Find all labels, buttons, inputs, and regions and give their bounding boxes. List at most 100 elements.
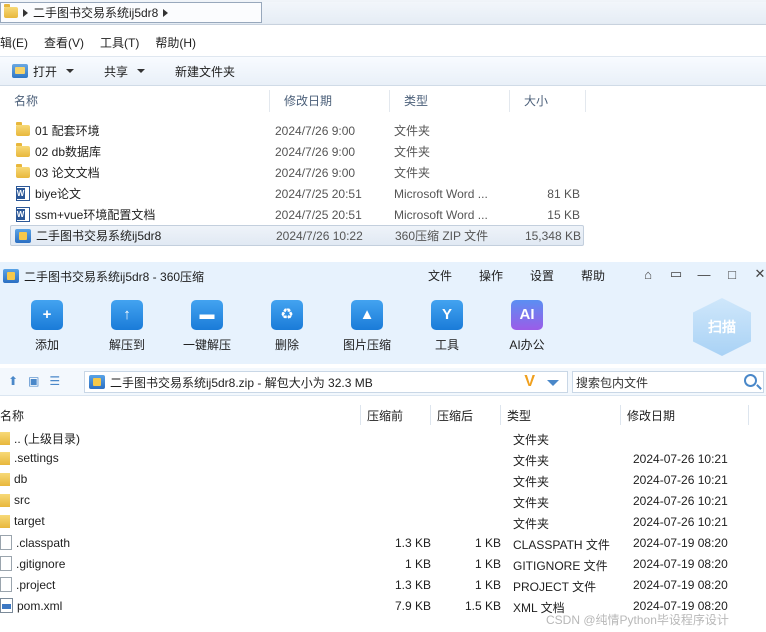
list-item[interactable]: db 文件夹 2024-07-26 10:21 — [0, 470, 766, 491]
skin-icon[interactable]: ⌂ — [640, 266, 656, 282]
list-view-icon[interactable]: ☰ — [49, 374, 60, 388]
file-name: biye论文 — [35, 187, 82, 201]
list-item[interactable]: .. (上级目录) 文件夹 — [0, 428, 766, 449]
entry-type: 文件夹 — [513, 517, 550, 531]
file-row[interactable]: 03 论文文档 2024/7/26 9:00 文件夹 — [0, 162, 590, 183]
zip-app-icon — [3, 269, 19, 283]
column-size[interactable]: 大小 — [510, 90, 586, 112]
open-icon — [12, 64, 28, 78]
list-item[interactable]: .classpath 1.3 KB 1 KB CLASSPATH 文件 2024… — [0, 533, 766, 554]
file-row[interactable]: 01 配套环境 2024/7/26 9:00 文件夹 — [0, 120, 590, 141]
ai-icon: AI — [511, 300, 543, 330]
list-item[interactable]: .gitignore 1 KB 1 KB GITIGNORE 文件 2024-0… — [0, 554, 766, 575]
entry-type: 文件夹 — [513, 475, 550, 489]
open-label: 打开 — [33, 64, 58, 79]
menu-edit[interactable]: 辑(E) — [0, 34, 28, 54]
search-input[interactable]: 搜索包内文件 — [576, 374, 648, 391]
close-icon[interactable]: ✕ — [752, 266, 766, 282]
menu-view[interactable]: 查看(V) — [44, 34, 84, 54]
zip-menu-settings[interactable]: 设置 — [530, 267, 554, 284]
window-controls: ⌂ ▭ — □ ✕ — [640, 266, 766, 282]
add-button[interactable]: + 添加 — [12, 300, 82, 353]
file-name: 02 db数据库 — [35, 145, 102, 159]
file-type: 360压缩 ZIP 文件 — [395, 229, 489, 243]
folder-icon — [0, 514, 10, 528]
file-size: 15 KB — [547, 207, 580, 222]
search-box[interactable]: 搜索包内文件 — [572, 371, 764, 393]
share-button[interactable]: 共享 — [104, 63, 146, 80]
one-click-extract-button[interactable]: ▬ 一键解压 — [172, 300, 242, 353]
zip-entry-list: .. (上级目录) 文件夹 .settings 文件夹 2024-07-26 1… — [0, 428, 766, 617]
address-box[interactable]: 二手图书交易系统ij5dr8 — [0, 2, 262, 23]
list-item[interactable]: target 文件夹 2024-07-26 10:21 — [0, 512, 766, 533]
tools-icon: Y — [431, 300, 463, 330]
delete-label: 删除 — [274, 338, 299, 352]
column-date[interactable]: 修改日期 — [627, 407, 675, 424]
entry-type: 文件夹 — [513, 433, 550, 447]
list-item[interactable]: .settings 文件夹 2024-07-26 10:21 — [0, 449, 766, 470]
extract-to-label: 解压到 — [108, 338, 145, 352]
folder-icon — [16, 164, 30, 178]
column-before[interactable]: 压缩前 — [367, 407, 403, 424]
list-item[interactable]: src 文件夹 2024-07-26 10:21 — [0, 491, 766, 512]
thumbnail-view-icon[interactable]: ▣ — [28, 374, 39, 388]
entry-name: pom.xml — [17, 598, 63, 613]
entry-date: 2024-07-26 10:21 — [633, 515, 728, 529]
maximize-icon[interactable]: □ — [724, 266, 740, 282]
file-date: 2024/7/25 20:51 — [275, 186, 362, 201]
entry-before: 1.3 KB — [394, 578, 431, 592]
entry-date: 2024-07-19 08:20 — [633, 536, 728, 550]
feedback-icon[interactable]: ▭ — [668, 266, 684, 282]
open-button[interactable]: 打开 — [12, 63, 75, 80]
chevron-down-icon — [137, 69, 146, 73]
file-icon — [0, 556, 12, 571]
delete-button[interactable]: ♻ 删除 — [252, 300, 322, 353]
tools-button[interactable]: Y 工具 — [412, 300, 482, 353]
list-item[interactable]: .project 1.3 KB 1 KB PROJECT 文件 2024-07-… — [0, 575, 766, 596]
column-type[interactable]: 类型 — [507, 407, 531, 424]
entry-date: 2024-07-26 10:21 — [633, 473, 728, 487]
ai-office-button[interactable]: AI AI办公 — [492, 300, 562, 353]
file-row-selected[interactable]: 二手图书交易系统ij5dr8 2024/7/26 10:22 360压缩 ZIP… — [10, 225, 584, 246]
menu-help[interactable]: 帮助(H) — [155, 34, 196, 54]
file-row[interactable]: biye论文 2024/7/25 20:51 Microsoft Word ..… — [0, 183, 590, 204]
file-date: 2024/7/26 10:22 — [276, 228, 363, 243]
chevron-right-icon[interactable] — [163, 8, 169, 17]
xml-file-icon — [0, 598, 13, 613]
column-name[interactable]: 名称 — [0, 407, 24, 424]
zip-menu-file[interactable]: 文件 — [428, 267, 452, 284]
entry-name: .project — [16, 577, 56, 592]
entry-type: CLASSPATH 文件 — [513, 538, 610, 552]
extract-to-button[interactable]: ↑ 解压到 — [92, 300, 162, 353]
file-size: 15,348 KB — [524, 228, 581, 243]
chevron-right-icon[interactable] — [23, 8, 28, 17]
zip-menu-operate[interactable]: 操作 — [479, 267, 503, 284]
entry-date: 2024-07-19 08:20 — [633, 578, 728, 592]
up-arrow-icon[interactable]: ⬆ — [8, 374, 18, 388]
folder-icon — [0, 451, 10, 465]
minimize-icon[interactable]: — — [696, 266, 712, 282]
archive-path-box[interactable]: 二手图书交易系统ij5dr8.zip - 解包大小为 32.3 MB V — [84, 371, 568, 393]
search-icon[interactable] — [744, 374, 757, 387]
zip-path-bar: ⬆ ▣ ☰ 二手图书交易系统ij5dr8.zip - 解包大小为 32.3 MB… — [0, 368, 766, 396]
column-after[interactable]: 压缩后 — [437, 407, 473, 424]
entry-name: .gitignore — [16, 556, 66, 571]
zip-menu-help[interactable]: 帮助 — [581, 267, 605, 284]
file-name: 二手图书交易系统ij5dr8 — [36, 229, 162, 243]
file-row[interactable]: ssm+vue环境配置文档 2024/7/25 20:51 Microsoft … — [0, 204, 590, 225]
menu-tools[interactable]: 工具(T) — [100, 34, 139, 54]
column-date[interactable]: 修改日期 — [270, 90, 390, 112]
verified-v-icon[interactable]: V — [524, 373, 535, 391]
entry-date: 2024-07-26 10:21 — [633, 494, 728, 508]
file-name: 01 配套环境 — [35, 124, 100, 138]
column-name[interactable]: 名称 — [0, 90, 270, 112]
file-row[interactable]: 02 db数据库 2024/7/26 9:00 文件夹 — [0, 141, 590, 162]
chevron-down-icon[interactable] — [547, 380, 559, 386]
image-compress-button[interactable]: ▲ 图片压缩 — [332, 300, 402, 353]
new-folder-button[interactable]: 新建文件夹 — [175, 63, 235, 80]
column-type[interactable]: 类型 — [390, 90, 510, 112]
entry-type: 文件夹 — [513, 496, 550, 510]
folder-icon — [16, 122, 30, 136]
entry-after: 1 KB — [474, 536, 501, 550]
tools-label: 工具 — [434, 338, 459, 352]
